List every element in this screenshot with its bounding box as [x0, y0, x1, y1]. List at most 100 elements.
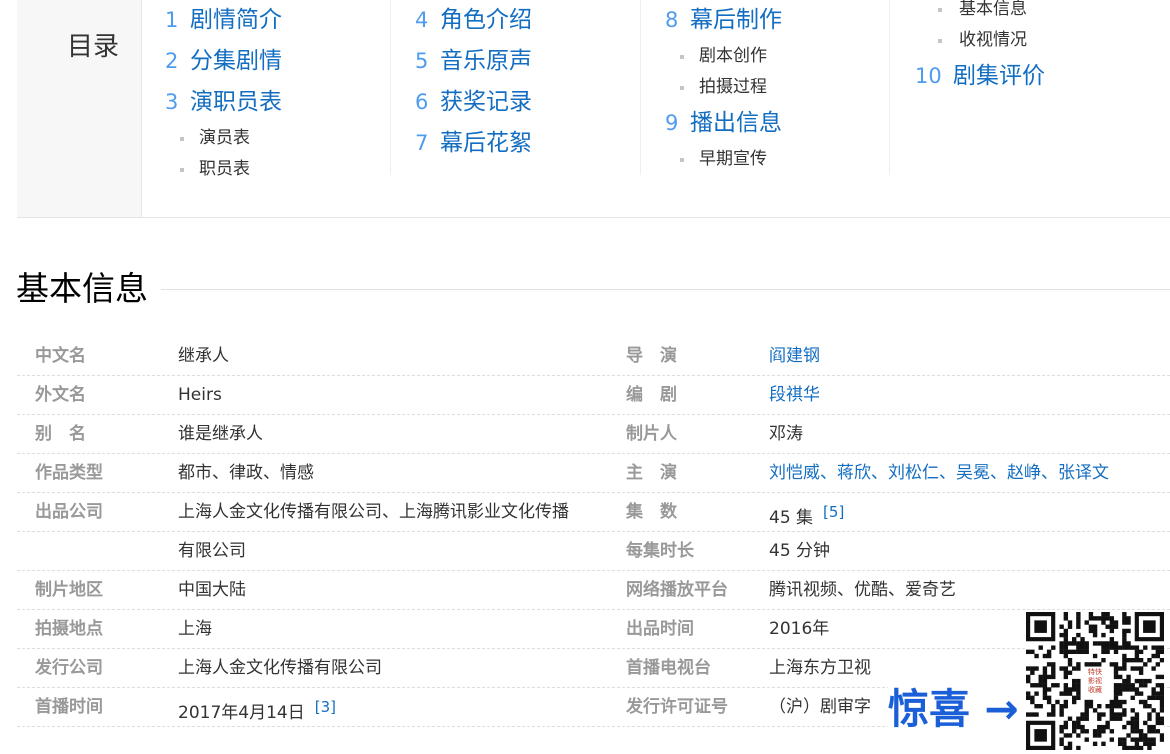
toc-item-label[interactable]: 分集剧情	[190, 41, 282, 82]
toc-item[interactable]: 8 幕后制作	[665, 0, 889, 41]
qr-module	[1097, 716, 1102, 721]
toc-subitem-label[interactable]: 剧本创作	[699, 46, 767, 66]
qr-module	[1034, 683, 1039, 688]
qr-module	[1076, 695, 1081, 701]
info-value-text[interactable]: 段祺华	[769, 385, 820, 405]
toc-item-label[interactable]: 幕后制作	[690, 0, 782, 41]
citation-link[interactable]: [5]	[823, 503, 844, 521]
toc-item-label[interactable]: 剧集评价	[953, 56, 1045, 97]
qr-module	[1059, 712, 1064, 717]
toc-item-label[interactable]: 角色介绍	[440, 0, 532, 41]
toc-item[interactable]: 5 音乐原声	[415, 41, 640, 82]
qr-module	[1109, 637, 1115, 642]
toc-subitem[interactable]: 早期宣传	[665, 144, 889, 175]
toc-subitem[interactable]: 基本信息	[915, 0, 1155, 25]
toc-subitem-label[interactable]: 早期宣传	[699, 149, 767, 169]
qr-module	[1159, 649, 1165, 655]
qr-module	[1072, 699, 1077, 705]
toc-item-label[interactable]: 获奖记录	[440, 82, 532, 123]
qr-code[interactable]: 特快 影视 收藏	[1026, 612, 1165, 751]
info-key: 首播电视台	[626, 649, 711, 687]
toc-item-label[interactable]: 幕后花絮	[440, 123, 532, 164]
qr-module	[1109, 716, 1115, 721]
qr-module	[1138, 691, 1144, 696]
qr-module	[1067, 670, 1073, 675]
info-value: 邓涛	[769, 415, 803, 453]
toc-subitem-label[interactable]: 基本信息	[959, 0, 1027, 19]
info-key-text: 集 数	[626, 502, 677, 522]
toc-item-label[interactable]: 演职员表	[190, 82, 282, 123]
qr-module	[1042, 683, 1048, 688]
qr-module	[1059, 645, 1064, 650]
qr-module	[1155, 716, 1161, 721]
qr-module	[1042, 678, 1048, 684]
qr-module	[1134, 745, 1140, 751]
qr-module	[1046, 712, 1052, 717]
toc-item-label[interactable]: 剧情简介	[190, 0, 282, 41]
info-key: 首播时间	[35, 688, 103, 726]
info-value[interactable]: 刘恺威、蒋欣、刘松仁、吴冕、赵峥、张译文	[769, 454, 1109, 492]
qr-module	[1063, 687, 1069, 692]
info-value-text[interactable]: 刘恺威、蒋欣、刘松仁、吴冕、赵峥、张译文	[769, 463, 1109, 483]
toc-title: 目录	[67, 32, 120, 62]
toc-subitem[interactable]: 演员表	[165, 123, 390, 154]
info-row: 外文名 Heirs 编 剧 段祺华	[17, 376, 1170, 415]
qr-module	[1109, 704, 1115, 709]
qr-module	[1134, 729, 1140, 734]
toc-subitem-label[interactable]: 收视情况	[959, 30, 1027, 50]
toc-item[interactable]: 6 获奖记录	[415, 82, 640, 123]
qr-module	[1097, 724, 1102, 730]
qr-module	[1063, 616, 1069, 621]
toc-item-label[interactable]: 音乐原声	[440, 41, 532, 82]
toc-item[interactable]: 7 幕后花絮	[415, 123, 640, 164]
info-key-text: 导 演	[626, 346, 677, 366]
qr-module	[1122, 641, 1127, 646]
qr-module	[1063, 745, 1069, 751]
qr-module	[1067, 691, 1073, 696]
toc-item-number: 4	[415, 8, 429, 32]
info-key: 中文名	[35, 337, 86, 375]
info-value-text: （沪）剧审字	[769, 697, 871, 717]
qr-module	[1122, 645, 1127, 650]
toc-subitem-label[interactable]: 演员表	[199, 128, 250, 148]
qr-module	[1155, 691, 1161, 696]
qr-module	[1130, 683, 1135, 688]
toc-item-label[interactable]: 播出信息	[690, 103, 782, 144]
toc-subitem[interactable]: 职员表	[165, 154, 390, 185]
qr-module	[1076, 691, 1081, 696]
qr-module	[1072, 724, 1077, 730]
qr-module	[1042, 695, 1048, 701]
toc-item[interactable]: 10 剧集评价	[915, 56, 1155, 97]
toc-item[interactable]: 9 播出信息	[665, 103, 889, 144]
section-title: 基本信息	[16, 264, 160, 314]
info-value[interactable]: 段祺华	[769, 376, 820, 414]
qr-module	[1038, 645, 1043, 650]
qr-module	[1101, 712, 1106, 717]
qr-module	[1067, 687, 1073, 692]
toc-subitem-label[interactable]: 拍摄过程	[699, 77, 767, 97]
toc-item-number: 3	[165, 90, 179, 114]
toc-item[interactable]: 1 剧情简介	[165, 0, 390, 41]
qr-module	[1159, 691, 1165, 696]
qr-module	[1122, 712, 1127, 717]
toc-subitem[interactable]: 剧本创作	[665, 41, 889, 72]
qr-module	[1113, 666, 1119, 671]
toc-subitem[interactable]: 拍摄过程	[665, 72, 889, 103]
citation-link[interactable]: [3]	[315, 698, 336, 716]
qr-module	[1101, 658, 1106, 663]
qr-module	[1134, 724, 1140, 730]
toc-item[interactable]: 2 分集剧情	[165, 41, 390, 82]
toc-item[interactable]: 3 演职员表	[165, 82, 390, 123]
qr-module	[1126, 687, 1131, 692]
toc-item-number: 2	[165, 49, 179, 73]
qr-module	[1134, 687, 1140, 692]
info-value[interactable]: 阎建钢	[769, 337, 820, 375]
toc-subitem-label[interactable]: 职员表	[199, 159, 250, 179]
toc-item-number: 5	[415, 49, 429, 73]
toc-item[interactable]: 4 角色介绍	[415, 0, 640, 41]
info-value-text[interactable]: 阎建钢	[769, 346, 820, 366]
toc-column: 基本信息收视情况 10 剧集评价	[915, 0, 1155, 169]
qr-module	[1126, 628, 1131, 634]
info-key-text: 首播时间	[35, 697, 103, 717]
toc-subitem[interactable]: 收视情况	[915, 25, 1155, 56]
